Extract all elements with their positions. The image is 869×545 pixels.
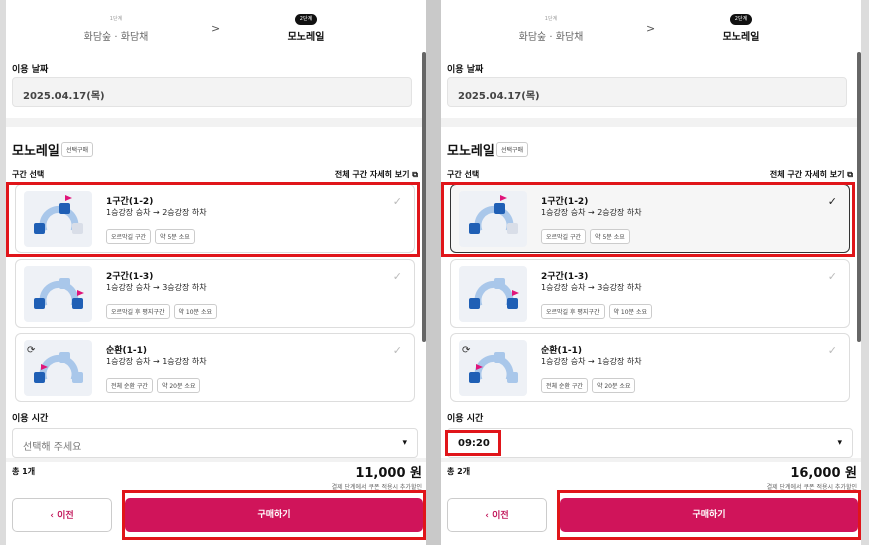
section-2-chip-time: 약 10분 소요 (608, 304, 653, 319)
chevron-right-icon: > (646, 22, 656, 35)
time-select[interactable]: 09:20 ▾ (447, 428, 853, 458)
check-icon: ✓ (827, 344, 837, 357)
monorail-title: 모노레일 (447, 144, 495, 159)
svg-text:⟳: ⟳ (462, 345, 471, 356)
date-field[interactable]: 2025.04.17(목) (447, 77, 847, 107)
highlight-box (122, 490, 426, 540)
scrollbar[interactable] (857, 52, 861, 342)
section-3-title: 순환(1-1) (106, 346, 148, 356)
section-select-label: 구간 선택 (447, 170, 480, 179)
section-2-chip-time: 약 10분 소요 (173, 304, 218, 319)
chevron-right-icon: > (211, 22, 221, 35)
time-select[interactable]: 선택해 주세요 ▾ (12, 428, 418, 458)
section-3-chip-time: 약 20분 소요 (156, 378, 201, 393)
route-map-2-image (24, 266, 92, 322)
highlight-box (557, 490, 861, 540)
step-bar: 1단계화담숲 · 화담채 > 2단계모노레일 (441, 0, 861, 46)
step-2[interactable]: 2단계모노레일 (681, 5, 801, 43)
section-card-3[interactable]: ⟳ 순환(1-1) 1승강장 승차 → 1승강장 하차 전체 순환 구간 약 20… (450, 333, 850, 402)
time-placeholder: 선택해 주세요 (23, 442, 82, 453)
section-2-chip-route: 오르막길 후 평지구간 (541, 304, 605, 319)
section-card-3[interactable]: ⟳ 순환(1-1) 1승강장 승차 → 1승강장 하차 전체 순환 구간 약 20… (15, 333, 415, 402)
section-2-chip-route: 오르막길 후 평지구간 (106, 304, 170, 319)
section-3-desc: 1승강장 승차 → 1승강장 하차 (541, 357, 642, 366)
step-1[interactable]: 1단계화담숲 · 화담채 (491, 5, 611, 43)
step-1[interactable]: 1단계화담숲 · 화담채 (56, 5, 176, 43)
step-2[interactable]: 2단계모노레일 (246, 5, 366, 43)
section-select-label: 구간 선택 (12, 170, 45, 179)
total-count: 총 2개 (447, 467, 471, 476)
view-all-sections-link[interactable]: 전체 구간 자세히 보기 ⧉ (335, 169, 418, 180)
total-price: 16,000 원 (790, 466, 857, 481)
step-1-name: 화담숲 · 화담채 (83, 32, 149, 43)
divider (6, 118, 426, 127)
time-label: 이용 시간 (447, 414, 484, 424)
check-icon: ✓ (392, 344, 402, 357)
step-2-name: 모노레일 (287, 32, 325, 43)
prev-button[interactable]: ‹ 이전 (447, 498, 547, 532)
step-1-badge: 1단계 (539, 14, 563, 25)
step-1-name: 화담숲 · 화담채 (518, 32, 584, 43)
scrollbar[interactable] (422, 52, 426, 342)
step-1-badge: 1단계 (104, 14, 128, 25)
optional-tag: 선택구매 (61, 142, 94, 157)
step-bar: 1단계화담숲 · 화담채 > 2단계모노레일 (6, 0, 426, 46)
section-3-desc: 1승강장 승차 → 1승강장 하차 (106, 357, 207, 366)
check-icon: ✓ (392, 270, 402, 283)
date-field[interactable]: 2025.04.17(목) (12, 77, 412, 107)
section-3-chip-route: 전체 순환 구간 (106, 378, 153, 393)
date-label: 이용 날짜 (12, 65, 49, 75)
date-label: 이용 날짜 (447, 65, 484, 75)
caret-down-icon: ▾ (837, 438, 842, 448)
section-2-title: 2구간(1-3) (541, 272, 589, 282)
highlight-box (445, 430, 501, 456)
prev-button[interactable]: ‹ 이전 (12, 498, 112, 532)
step-2-badge: 2단계 (729, 14, 753, 25)
time-label: 이용 시간 (12, 414, 49, 424)
panel-before: 1단계화담숲 · 화담채 > 2단계모노레일 이용 날짜 2025.04.17(… (6, 0, 426, 545)
highlight-box (6, 182, 420, 257)
route-map-3-image: ⟳ (459, 340, 527, 396)
step-2-badge: 2단계 (294, 14, 318, 25)
route-map-3-image: ⟳ (24, 340, 92, 396)
total-count: 총 1개 (12, 467, 36, 476)
highlight-box (441, 182, 855, 257)
step-2-name: 모노레일 (722, 32, 760, 43)
panel-gap (426, 0, 441, 545)
view-all-sections-link[interactable]: 전체 구간 자세히 보기 ⧉ (770, 169, 853, 180)
section-2-desc: 1승강장 승차 → 3승강장 하차 (106, 283, 207, 292)
section-card-2[interactable]: 2구간(1-3) 1승강장 승차 → 3승강장 하차 오르막길 후 평지구간 약 … (450, 259, 850, 328)
check-icon: ✓ (827, 270, 837, 283)
section-3-title: 순환(1-1) (541, 346, 583, 356)
section-3-chip-time: 약 20분 소요 (591, 378, 636, 393)
svg-text:⟳: ⟳ (27, 345, 36, 356)
panel-after: 1단계화담숲 · 화담채 > 2단계모노레일 이용 날짜 2025.04.17(… (441, 0, 861, 545)
divider (441, 118, 861, 127)
route-map-2-image (459, 266, 527, 322)
section-2-title: 2구간(1-3) (106, 272, 154, 282)
optional-tag: 선택구매 (496, 142, 529, 157)
total-price: 11,000 원 (355, 466, 422, 481)
section-card-2[interactable]: 2구간(1-3) 1승강장 승차 → 3승강장 하차 오르막길 후 평지구간 약 … (15, 259, 415, 328)
caret-down-icon: ▾ (402, 438, 407, 448)
section-3-chip-route: 전체 순환 구간 (541, 378, 588, 393)
monorail-title: 모노레일 (12, 144, 60, 159)
section-2-desc: 1승강장 승차 → 3승강장 하차 (541, 283, 642, 292)
